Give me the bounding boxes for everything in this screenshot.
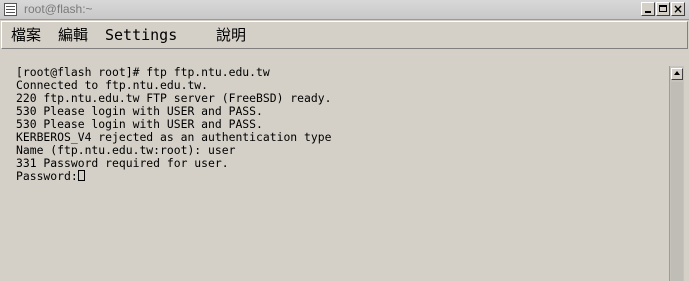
text-cursor [77, 170, 85, 181]
scrollbar-track[interactable] [671, 82, 683, 281]
scroll-up-button[interactable] [671, 68, 683, 80]
maximize-button[interactable] [656, 2, 670, 16]
window-title: root@flash:~ [24, 2, 93, 16]
menu-settings[interactable]: Settings [105, 25, 177, 45]
close-icon: × [672, 2, 684, 16]
maximize-icon [659, 5, 667, 12]
minimize-icon [645, 11, 651, 13]
menu-edit[interactable]: 編輯 [58, 25, 88, 45]
vertical-scrollbar[interactable] [669, 66, 684, 281]
terminal-line: 331 Password required for user. [16, 156, 229, 170]
menu-bar: 檔案 編輯 Settings 說明 [1, 21, 688, 49]
terminal-prompt-line: Password: [16, 170, 664, 183]
close-button[interactable]: × [671, 2, 685, 16]
menu-file[interactable]: 檔案 [11, 25, 41, 45]
password-prompt: Password: [16, 169, 78, 183]
terminal-output[interactable]: [root@flash root]# ftp ftp.ntu.edu.tw Co… [16, 66, 664, 281]
minimize-button[interactable] [641, 2, 655, 16]
menu-help[interactable]: 說明 [216, 25, 246, 45]
window-menu-icon[interactable] [4, 3, 17, 16]
title-bar: root@flash:~ × [0, 0, 689, 20]
scroll-up-arrow-icon [674, 71, 680, 75]
